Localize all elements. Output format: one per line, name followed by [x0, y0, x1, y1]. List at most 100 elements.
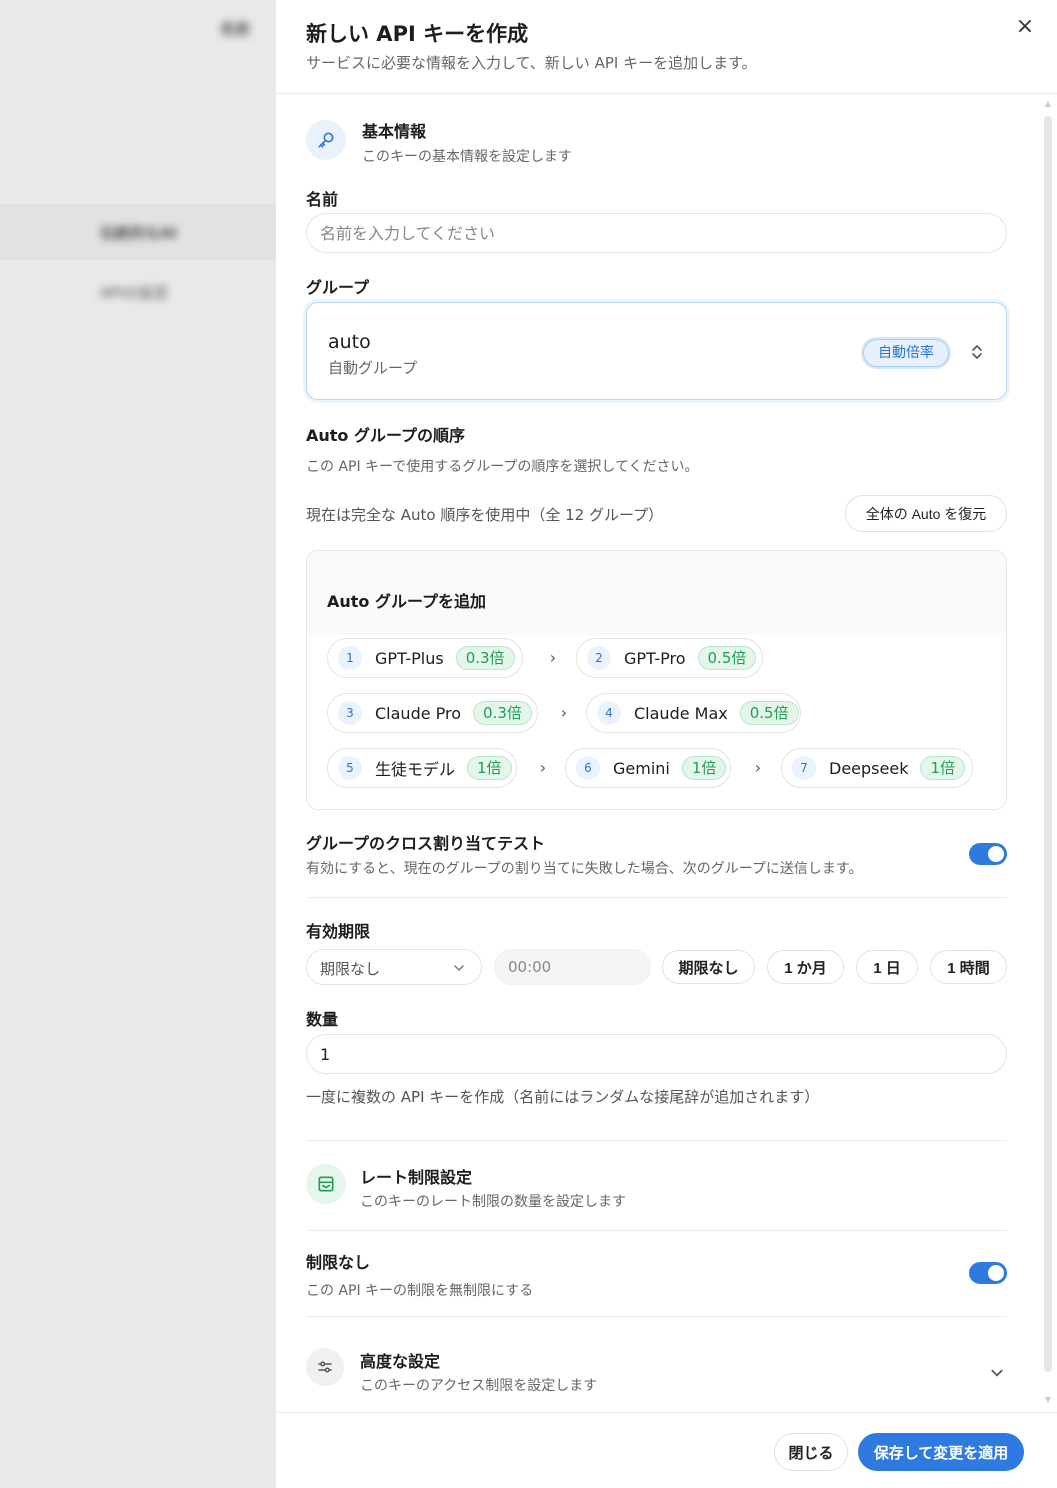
chevron-right-icon: › [539, 758, 547, 777]
chip-rate: 0.5倍 [697, 646, 757, 670]
drawer-subtitle: サービスに必要な情報を入力して、新しい API キーを追加します。 [306, 54, 757, 72]
chip-name: 生徒モデル [375, 760, 456, 779]
group-chip-2[interactable]: 2 GPT-Pro 0.5倍 [576, 638, 763, 678]
chip-name: Claude Pro [375, 703, 462, 723]
close-button[interactable]: 閉じる [774, 1433, 848, 1471]
chevron-right-icon: › [560, 703, 568, 722]
basic-info-title: 基本情報 [362, 122, 427, 141]
chip-rate: 0.5倍 [739, 701, 799, 725]
group-chip-7[interactable]: 7 Deepseek 1倍 [781, 748, 973, 788]
chip-number: 2 [587, 646, 611, 670]
chip-number: 7 [792, 756, 816, 780]
expiry-label: 有効期限 [306, 922, 371, 941]
scroll-up-arrow[interactable]: ▲ [1044, 100, 1052, 108]
expiry-quick-month[interactable]: 1 か月 [767, 950, 844, 984]
toggle-knob [988, 1265, 1004, 1281]
chevron-down-icon [991, 1369, 1003, 1377]
unlimited-desc: この API キーの制限を無制限にする [306, 1283, 534, 1299]
advanced-settings-row[interactable]: 高度な設定 このキーのアクセス制限を設定します [306, 1338, 1007, 1396]
unlimited-toggle[interactable] [969, 1262, 1007, 1284]
divider [306, 1230, 1007, 1231]
chevron-up-down-icon [969, 343, 985, 361]
group-select[interactable]: auto 自動グループ 自動倍率 [306, 302, 1007, 400]
divider [306, 1316, 1007, 1317]
chip-number: 6 [576, 756, 600, 780]
advanced-desc: このキーのアクセス制限を設定します [360, 1378, 598, 1394]
group-chip-3[interactable]: 3 Claude Pro 0.3倍 [327, 693, 538, 733]
name-label: 名前 [306, 190, 339, 209]
scroll-thumb[interactable] [1044, 116, 1052, 1372]
chip-name: Gemini [613, 758, 670, 778]
chevron-down-icon [454, 965, 464, 972]
rate-limit-icon [306, 1164, 346, 1204]
key-icon [306, 120, 346, 160]
cross-test-desc: 有効にすると、現在のグループの割り当てに失敗した場合、次のグループに送信します。 [306, 861, 863, 877]
chevron-right-icon: › [549, 648, 557, 667]
expiry-quick-hour[interactable]: 1 時間 [930, 950, 1007, 984]
chip-number: 5 [338, 756, 362, 780]
chip-rate: 0.3倍 [455, 646, 515, 670]
expiry-quick-day[interactable]: 1 日 [856, 950, 918, 984]
group-selected-desc: 自動グループ [328, 359, 418, 377]
background-header-label: 名前 [220, 20, 251, 38]
auto-rate-badge: 自動倍率 [863, 339, 949, 367]
divider [306, 897, 1007, 898]
scroll-down-arrow[interactable]: ▼ [1044, 1396, 1052, 1404]
drawer-title: 新しい API キーを作成 [306, 22, 529, 46]
group-selected-name: auto [328, 331, 371, 353]
chip-number: 4 [597, 701, 621, 725]
expiry-select-value: 期限なし [320, 960, 381, 978]
cross-test-toggle[interactable] [969, 843, 1007, 865]
close-icon[interactable]: × [1012, 14, 1038, 40]
chip-rate: 1倍 [467, 756, 512, 780]
chip-rate: 0.3倍 [473, 701, 532, 725]
advanced-title: 高度な設定 [360, 1352, 441, 1371]
auto-group-add-title: Auto グループを追加 [327, 592, 487, 611]
drawer-header: 新しい API キーを作成 サービスに必要な情報を入力して、新しい API キー… [276, 0, 1057, 94]
auto-order-status: 現在は完全な Auto 順序を使用中（全 12 グループ） [306, 506, 664, 524]
chip-number: 1 [338, 646, 362, 670]
drawer-footer: 閉じる 保存して変更を適用 [276, 1412, 1057, 1488]
group-chip-4[interactable]: 4 Claude Max 0.5倍 [586, 693, 801, 733]
background-row-1: 伝統的なAI [100, 224, 178, 242]
auto-order-desc: この API キーで使用するグループの順序を選択してください。 [306, 459, 699, 475]
restore-auto-button[interactable]: 全体の Auto を復元 [845, 495, 1007, 532]
chip-name: Deepseek [829, 758, 909, 778]
chip-rate: 1倍 [681, 756, 727, 780]
quantity-field [306, 1034, 1007, 1074]
expiry-time-input[interactable] [495, 950, 650, 984]
scrollbar[interactable]: ▲ ▼ [1044, 100, 1052, 1406]
chevron-right-icon: › [754, 758, 762, 777]
group-chip-1[interactable]: 1 GPT-Plus 0.3倍 [327, 638, 523, 678]
toggle-knob [988, 846, 1004, 862]
background-app: 名前 伝統的なAI APIの設定 [0, 0, 276, 1488]
quantity-label: 数量 [306, 1010, 339, 1029]
name-field [306, 213, 1007, 253]
background-row-2: APIの設定 [100, 284, 169, 302]
group-chip-5[interactable]: 5 生徒モデル 1倍 [327, 748, 517, 788]
expiry-select[interactable]: 期限なし [306, 949, 482, 985]
expiry-time-field [494, 949, 651, 985]
auto-order-title: Auto グループの順序 [306, 426, 466, 445]
group-label: グループ [306, 278, 370, 297]
name-input[interactable] [307, 214, 1006, 252]
auto-group-add-header: Auto グループを追加 [307, 551, 1006, 635]
chip-name: GPT-Plus [375, 648, 444, 668]
divider [306, 1140, 1007, 1141]
auto-group-order-box: Auto グループを追加 1 GPT-Plus 0.3倍 › 2 GPT-Pro… [306, 550, 1007, 810]
sliders-icon [306, 1348, 344, 1386]
rate-limit-title: レート制限設定 [360, 1168, 473, 1187]
quantity-input[interactable] [307, 1035, 1006, 1073]
chip-number: 3 [338, 701, 362, 725]
basic-info-desc: このキーの基本情報を設定します [362, 149, 572, 165]
chip-name: Claude Max [634, 703, 728, 723]
rate-limit-desc: このキーのレート制限の数量を設定します [360, 1194, 626, 1210]
create-api-key-drawer: 新しい API キーを作成 サービスに必要な情報を入力して、新しい API キー… [276, 0, 1057, 1488]
group-chip-6[interactable]: 6 Gemini 1倍 [565, 748, 731, 788]
expiry-quick-none[interactable]: 期限なし [662, 950, 755, 984]
chip-name: GPT-Pro [624, 648, 686, 668]
cross-test-title: グループのクロス割り当てテスト [306, 834, 546, 853]
unlimited-title: 制限なし [306, 1253, 371, 1272]
quantity-hint: 一度に複数の API キーを作成（名前にはランダムな接尾辞が追加されます） [306, 1088, 820, 1106]
save-apply-button[interactable]: 保存して変更を適用 [858, 1433, 1024, 1471]
